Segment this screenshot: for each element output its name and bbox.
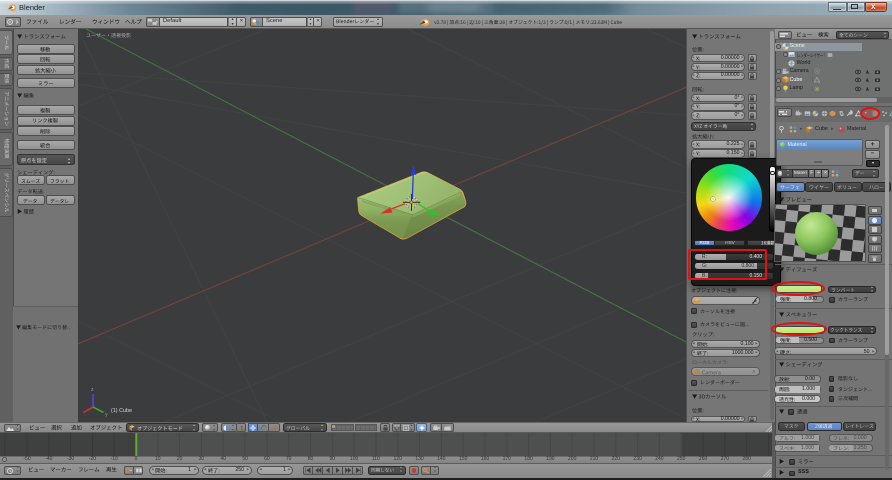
svg-text:z: z bbox=[91, 387, 94, 393]
svg-text:y: y bbox=[105, 412, 108, 418]
